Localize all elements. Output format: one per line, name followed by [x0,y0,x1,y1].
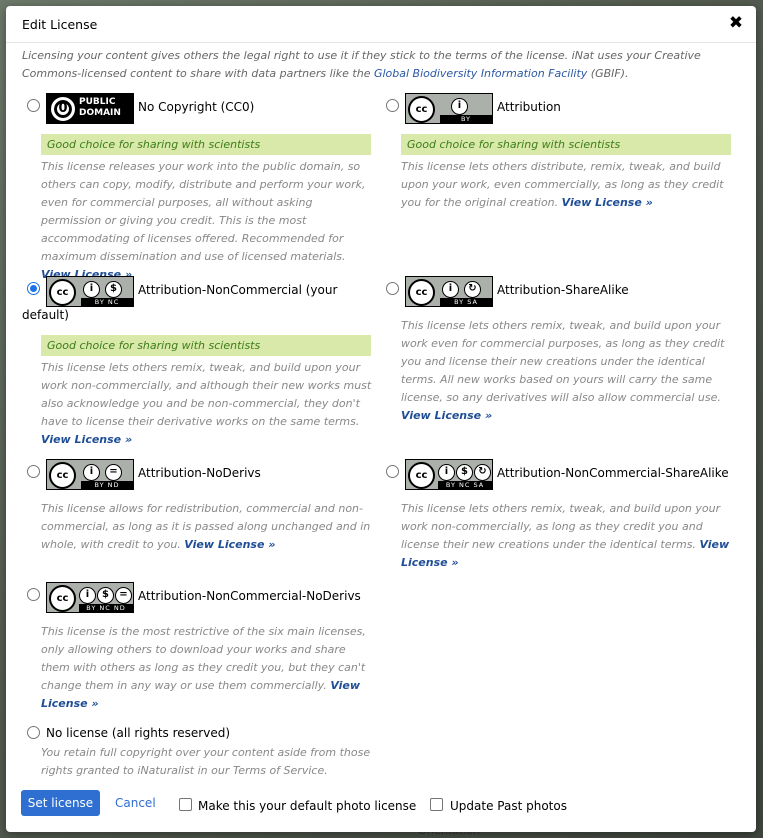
default-license-checkbox[interactable] [179,798,192,811]
license-label-by-nd[interactable]: Attribution-NoDerivs [138,461,261,486]
good-choice-badge: Good choice for sharing with scientists [401,134,731,155]
radio-by-sa[interactable] [386,282,399,295]
license-label-by-nc-nd[interactable]: Attribution-NonCommercial-NoDerivs [138,584,361,609]
public-domain-text: PUBLIC DOMAIN [79,97,121,119]
desc-text: This license releases your work into the… [41,160,366,263]
badge-strip: BY NC [81,298,133,306]
license-label-by-nc[interactable]: Attribution-NonCommercial (your [138,278,337,303]
badge-strip: BY NC ND [79,604,133,612]
desc-text: This license lets others remix, tweak, a… [401,502,721,551]
badge-strip: BY ND [81,481,133,489]
sa-share-icon: ↻ [474,464,491,481]
badge-strip: BY [440,115,492,123]
cancel-button[interactable]: Cancel [115,795,156,811]
license-desc-by: This license lets others distribute, rem… [401,158,731,212]
cc0-zero-glyph: 0 [51,97,75,121]
cc-by-nc-nd-badge-icon: cc i $ = BY NC ND [46,582,134,613]
badge-strip: BY NC SA [438,481,492,489]
by-person-icon: i [451,98,468,115]
badge-text: DOMAIN [79,108,121,118]
cc-glyph: cc [408,279,435,306]
nd-equals-icon: = [105,464,122,481]
license-label-by[interactable]: Attribution [497,95,561,120]
desc-text: This license lets others remix, tweak, a… [401,319,725,404]
license-desc-by-nc-sa: This license lets others remix, tweak, a… [401,500,731,572]
radio-by-nc[interactable] [27,282,40,295]
desc-text: This license lets others remix, tweak, a… [41,361,372,428]
license-desc-by-nc-nd: This license is the most restrictive of … [41,623,376,713]
license-label-by-sa[interactable]: Attribution-ShareAlike [497,278,629,303]
view-license-link[interactable]: View License » [401,409,492,422]
license-desc-by-nc: This license lets others remix, tweak, a… [41,359,376,449]
view-license-link[interactable]: View License » [562,196,653,209]
header-divider [6,42,756,43]
modal-title: Edit License [22,17,98,32]
gbif-link[interactable]: Global Biodiversity Information Facility [374,67,587,80]
by-person-icon: i [438,464,455,481]
default-license-label[interactable]: Make this your default photo license [198,798,416,814]
radio-cc0[interactable] [27,99,40,112]
by-person-icon: i [442,281,459,298]
license-label-no-license[interactable]: No license (all rights reserved) [46,721,230,746]
by-person-icon: i [83,281,100,298]
intro-text-part: (GBIF). [587,67,629,80]
update-past-label[interactable]: Update Past photos [450,798,567,814]
radio-no-license[interactable] [27,726,40,739]
cc-by-nd-badge-icon: cc i = BY ND [46,459,134,490]
nc-dollar-icon: $ [97,587,114,604]
view-license-link[interactable]: View License » [41,433,132,446]
by-person-icon: i [83,464,100,481]
update-past-checkbox[interactable] [430,798,443,811]
badge-text: PUBLIC [79,97,116,107]
radio-by-nc-sa[interactable] [386,465,399,478]
good-choice-badge: Good choice for sharing with scientists [41,335,371,356]
nd-equals-icon: = [115,587,132,604]
cc-glyph: cc [408,462,435,489]
good-choice-badge: Good choice for sharing with scientists [41,134,371,155]
desc-text: This license is the most restrictive of … [41,625,366,692]
badge-strip: BY SA [440,298,492,306]
cc0-badge-icon: 0 PUBLIC DOMAIN [46,93,134,124]
by-person-icon: i [79,587,96,604]
license-desc-no-license: You retain full copyright over your cont… [41,746,371,777]
cc-glyph: cc [49,279,76,306]
license-desc-by-sa: This license lets others remix, tweak, a… [401,317,731,425]
nc-dollar-icon: $ [105,281,122,298]
intro-text: Licensing your content gives others the … [22,47,732,83]
license-desc-by-nd: This license allows for redistribution, … [41,500,376,554]
radio-by[interactable] [386,99,399,112]
sa-share-icon: ↻ [464,281,481,298]
nc-dollar-icon: $ [456,464,473,481]
radio-by-nc-nd[interactable] [27,588,40,601]
cc-glyph: cc [408,96,435,123]
cc-by-sa-badge-icon: cc i ↻ BY SA [405,276,493,307]
edit-license-modal: Edit License ✖ Licensing your content gi… [6,6,756,832]
license-label-by-nc-cont[interactable]: default) [22,303,69,328]
license-label-by-nc-sa[interactable]: Attribution-NonCommercial-ShareAlike [497,461,729,486]
view-license-link[interactable]: View License » [184,538,275,551]
set-license-button[interactable]: Set license [21,790,100,816]
cc-by-badge-icon: cc i BY [405,93,493,124]
cc-by-nc-sa-badge-icon: cc i $ ↻ BY NC SA [405,459,493,490]
close-icon[interactable]: ✖ [728,15,744,32]
license-label-cc0[interactable]: No Copyright (CC0) [138,95,254,120]
cc-glyph: cc [49,585,76,612]
cc-glyph: cc [49,462,76,489]
radio-by-nd[interactable] [27,465,40,478]
license-desc-cc0: This license releases your work into the… [41,158,376,284]
